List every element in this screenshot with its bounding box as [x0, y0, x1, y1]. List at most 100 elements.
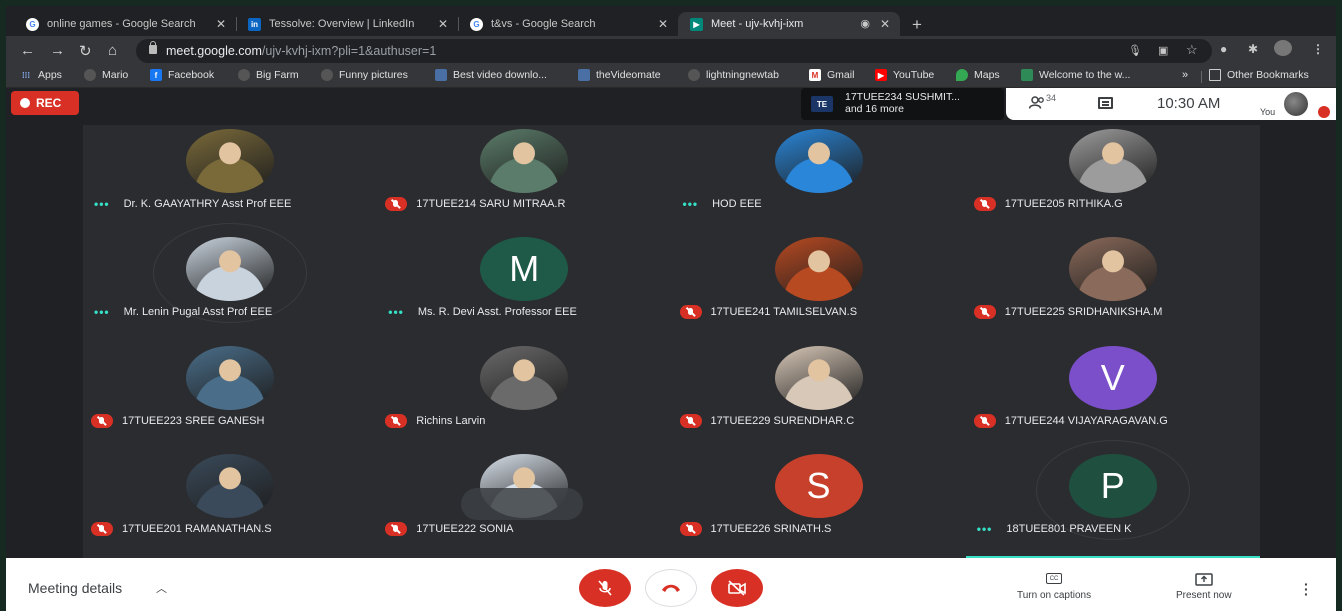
close-icon[interactable]: ✕ [438, 17, 448, 31]
close-icon[interactable]: ✕ [216, 17, 226, 31]
extension-icon[interactable]: ● [1220, 42, 1227, 56]
participant-avatar [774, 237, 863, 302]
participant-avatar [186, 453, 274, 518]
other-bookmarks[interactable]: Other Bookmarks [1209, 69, 1309, 81]
camera-toggle-button[interactable] [711, 569, 763, 607]
microphone-toggle-button[interactable] [579, 569, 631, 607]
participant-tile[interactable]: ••• Mr. Lenin Pugal Asst Prof EEE [83, 223, 377, 341]
participant-tile[interactable]: 17TUEE241 TAMILSELVAN.S [672, 233, 966, 341]
bookmark-item[interactable]: theVideomate [578, 69, 661, 81]
bookmark-label: Maps [974, 69, 1000, 81]
bookmark-item[interactable]: Welcome to the w... [1021, 69, 1130, 81]
globe-icon [321, 69, 333, 81]
bookmark-item[interactable]: Maps [956, 69, 1000, 81]
bookmark-apps[interactable]: ⁞⁞⁞ Apps [20, 69, 62, 81]
bookmarks-overflow-icon[interactable]: » [1182, 69, 1188, 81]
close-icon[interactable]: ✕ [880, 17, 890, 31]
mic-off-icon [91, 413, 113, 428]
microphone-icon[interactable]: 🎙 [1128, 44, 1142, 57]
participant-name-row: 17TUEE229 SURENDHAR.C [679, 413, 854, 428]
globe-icon [688, 69, 700, 81]
participant-tile[interactable]: Richins Larvin [377, 342, 671, 450]
url-path: /ujv-kvhj-ixm?pli=1&authuser=1 [261, 44, 437, 58]
participant-tile[interactable]: 17TUEE201 RAMANATHAN.S [83, 450, 377, 558]
browser-tab[interactable]: G online games - Google Search ✕ [14, 12, 237, 36]
mic-off-icon [385, 521, 408, 536]
tab-title: Meet - ujv-kvhj-ixm [711, 18, 804, 30]
puzzle-icon[interactable]: ✱ [1248, 42, 1258, 56]
bookmark-item[interactable]: ▶ YouTube [875, 69, 934, 81]
self-mic-off-icon [1318, 106, 1330, 118]
participant-tile[interactable]: 17TUEE205 RITHIKA.G [966, 125, 1260, 233]
reload-icon[interactable]: ↻ [79, 42, 92, 60]
participant-tile[interactable]: 17TUEE223 SREE GANESH [83, 342, 377, 450]
bookmark-item[interactable]: f Facebook [150, 69, 214, 81]
meet-icon: ▶ [690, 17, 703, 31]
participant-tile[interactable]: P ••• 18TUEE801 PRAVEEN K [966, 439, 1260, 558]
participant-tile[interactable]: V 17TUEE244 VIJAYARAGAVAN.G [966, 342, 1260, 450]
more-options-icon[interactable]: · · · [1304, 577, 1309, 601]
gmail-icon: M [809, 69, 821, 81]
participant-name-row: 17TUEE205 RITHIKA.G [973, 197, 1123, 211]
meeting-details-button[interactable]: Meeting details [28, 580, 122, 596]
recording-indicator-icon: ◉ [860, 18, 870, 30]
back-icon[interactable]: ← [20, 42, 35, 59]
participant-avatar [186, 345, 274, 410]
bookmark-label: Funny pictures [339, 69, 408, 81]
browser-menu-icon[interactable]: ⋮ [1312, 42, 1324, 56]
participant-tile[interactable]: ••• Dr. K. GAAYATHRY Asst Prof EEE [83, 125, 377, 233]
participant-tile[interactable]: S 17TUEE226 SRINATH.S [672, 450, 966, 558]
forward-icon[interactable]: → [50, 42, 65, 59]
participant-name: 17TUEE222 SONIA [416, 522, 514, 535]
translate-icon[interactable]: ▣ [1158, 44, 1168, 57]
bookmark-label: lightningnewtab [706, 69, 779, 81]
profile-avatar[interactable] [1274, 40, 1292, 56]
participant-tile[interactable]: 17TUEE229 SURENDHAR.C [672, 342, 966, 450]
address-bar[interactable]: meet.google.com/ujv-kvhj-ixm?pli=1&authu… [136, 39, 1212, 63]
bookmark-item[interactable]: Big Farm [238, 69, 299, 81]
participant-avatar [480, 129, 569, 193]
browser-tab[interactable]: in Tessolve: Overview | LinkedIn ✕ [236, 12, 459, 36]
home-icon[interactable]: ⌂ [108, 42, 117, 59]
bookmark-label: theVideomate [596, 69, 661, 81]
browser-tab-active[interactable]: ▶ Meet - ujv-kvhj-ixm ◉ ✕ [678, 12, 900, 36]
chevron-up-icon[interactable]: ︿ [156, 580, 167, 596]
chat-icon[interactable] [1098, 97, 1113, 109]
browser-tab[interactable]: G t&vs - Google Search ✕ [458, 12, 678, 36]
tile-hover-controls[interactable] [461, 488, 583, 520]
youtube-icon: ▶ [875, 69, 887, 81]
bookmark-item[interactable]: Best video downlo... [435, 69, 547, 81]
bookmark-item[interactable]: Mario [84, 69, 128, 81]
linkedin-icon: in [248, 17, 261, 31]
participant-tile[interactable]: ••• HOD EEE [672, 125, 966, 233]
bookmark-item[interactable]: Funny pictures [321, 69, 408, 81]
captions-label: Turn on captions [1017, 590, 1092, 601]
participant-tile[interactable]: M ••• Ms. R. Devi Asst. Professor EEE [377, 233, 671, 341]
lock-icon [149, 41, 157, 54]
bookmark-item[interactable]: M Gmail [809, 69, 854, 81]
participant-name-row: Richins Larvin [385, 413, 485, 428]
participant-tile[interactable]: 17TUEE214 SARU MITRAA.R [377, 125, 671, 233]
presenting-indicator[interactable]: TE 17TUEE234 SUSHMIT... and 16 more [801, 88, 1004, 120]
bookmark-label: Big Farm [256, 69, 299, 81]
new-tab-icon[interactable]: + [912, 15, 922, 35]
bookmark-item[interactable]: lightningnewtab [688, 69, 779, 81]
browser-toolbar: ← → ↻ ⌂ meet.google.com/ujv-kvhj-ixm?pli… [6, 36, 1336, 66]
record-dot-icon [20, 98, 30, 108]
mic-off-icon [679, 521, 702, 536]
avatar-initial: S [806, 464, 831, 506]
leave-call-button[interactable] [645, 569, 697, 607]
participant-avatar [186, 237, 274, 302]
recording-label: REC [36, 96, 62, 110]
self-avatar[interactable] [1284, 92, 1308, 116]
people-icon[interactable] [1029, 96, 1045, 109]
maps-icon [956, 69, 968, 81]
audio-level-icon: ••• [388, 305, 404, 320]
star-icon[interactable]: ☆ [1186, 42, 1198, 58]
participant-tile[interactable]: 17TUEE225 SRIDHANIKSHA.M [966, 233, 1260, 341]
participant-name-row: ••• HOD EEE [680, 197, 762, 211]
participant-avatar [774, 345, 863, 410]
captions-button[interactable]: CC Turn on captions [1017, 573, 1091, 601]
present-now-button[interactable]: Present now [1176, 573, 1232, 601]
close-icon[interactable]: ✕ [658, 17, 668, 31]
